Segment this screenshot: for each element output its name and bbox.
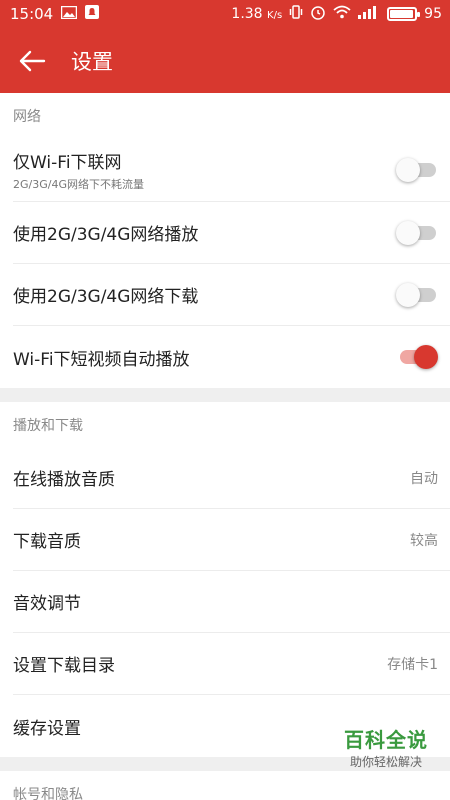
setting-label: 音效调节 xyxy=(13,594,81,614)
mobile-play-toggle[interactable] xyxy=(396,220,436,245)
wifi-only-toggle[interactable] xyxy=(396,157,436,182)
watermark-logo: 百科全说 助你轻松解决 xyxy=(344,724,428,770)
wifi-autoplay-toggle[interactable] xyxy=(396,345,438,369)
setting-value: 较高 xyxy=(410,532,438,549)
setting-download-quality[interactable]: 下载音质 较高 xyxy=(13,509,450,571)
setting-label: 设置下载目录 xyxy=(13,656,115,676)
setting-sublabel: 2G/3G/4G网络下不耗流量 xyxy=(13,177,144,191)
section-header-account: 帐号和隐私 xyxy=(13,786,83,800)
setting-wifi-autoplay[interactable]: Wi-Fi下短视频自动播放 xyxy=(13,326,450,388)
setting-label: 使用2G/3G/4G网络下载 xyxy=(13,287,199,307)
setting-label: 在线播放音质 xyxy=(13,470,115,490)
setting-download-dir[interactable]: 设置下载目录 存储卡1 xyxy=(13,633,450,695)
section-divider xyxy=(0,388,450,402)
status-right-group: 1.38 K/s 95 xyxy=(231,0,442,28)
section-header-play-download: 播放和下载 xyxy=(13,417,83,434)
setting-label: 下载音质 xyxy=(13,532,81,552)
setting-wifi-only[interactable]: 仅Wi-Fi下联网 2G/3G/4G网络下不耗流量 xyxy=(13,138,450,202)
section-header-network: 网络 xyxy=(13,108,41,125)
setting-label: 使用2G/3G/4G网络播放 xyxy=(13,225,199,245)
setting-label: Wi-Fi下短视频自动播放 xyxy=(13,349,190,370)
setting-sound-effect[interactable]: 音效调节 xyxy=(13,571,450,633)
setting-label: 仅Wi-Fi下联网 xyxy=(13,152,122,173)
watermark-title: 百科全说 xyxy=(344,728,428,752)
wifi-icon xyxy=(333,5,351,23)
setting-label: 缓存设置 xyxy=(13,718,81,739)
back-arrow-icon[interactable] xyxy=(18,46,48,76)
watermark-subtitle: 助你轻松解决 xyxy=(349,755,422,769)
setting-mobile-play[interactable]: 使用2G/3G/4G网络播放 xyxy=(13,202,450,264)
setting-online-quality[interactable]: 在线播放音质 自动 xyxy=(13,447,450,509)
setting-value: 自动 xyxy=(410,470,438,487)
image-notification-icon xyxy=(60,5,78,23)
bell-notification-icon xyxy=(85,5,100,23)
mobile-download-toggle[interactable] xyxy=(396,282,436,307)
status-time: 15:04 xyxy=(10,5,54,23)
page-title: 设置 xyxy=(71,49,113,74)
battery-level: 95 xyxy=(424,6,442,22)
setting-value: 存储卡1 xyxy=(387,656,438,673)
network-speed: 1.38 K/s xyxy=(231,6,283,22)
vibrate-icon xyxy=(289,4,303,24)
app-bar: 设置 xyxy=(0,28,450,93)
setting-mobile-download[interactable]: 使用2G/3G/4G网络下载 xyxy=(13,264,450,326)
battery-icon xyxy=(387,7,421,21)
status-bar: 15:04 1.38 K/s 95 xyxy=(0,0,450,28)
signal-icon xyxy=(358,5,380,23)
alarm-icon xyxy=(310,4,326,24)
